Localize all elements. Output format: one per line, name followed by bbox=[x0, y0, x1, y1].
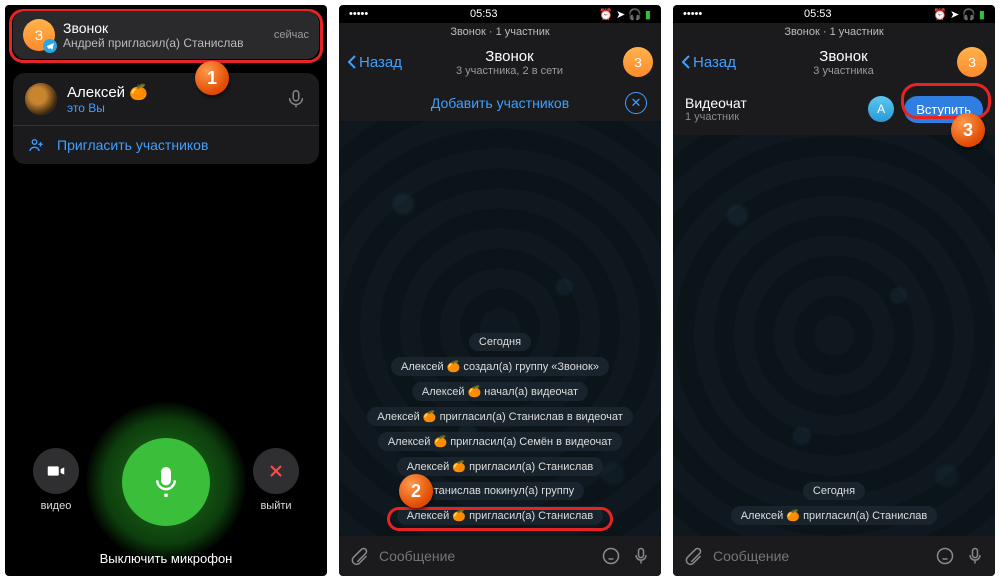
date-chip: Сегодня bbox=[803, 482, 865, 500]
participant-row[interactable]: Алексей 🍊 это Вы bbox=[13, 73, 319, 125]
back-button[interactable]: Назад bbox=[681, 54, 736, 71]
highlight-2 bbox=[387, 507, 613, 531]
notification-banner[interactable]: З Звонок Андрей пригласил(а) Станислав с… bbox=[13, 11, 319, 59]
call-banner[interactable]: Звонок · 1 участник bbox=[339, 23, 661, 41]
message-input[interactable] bbox=[713, 548, 925, 564]
voice-icon[interactable] bbox=[965, 546, 985, 566]
video-button-wrap: видео bbox=[33, 448, 79, 512]
attach-icon[interactable] bbox=[349, 546, 369, 566]
chat-subtitle: 3 участника bbox=[736, 65, 951, 77]
notification-text: Звонок Андрей пригласил(а) Станислав bbox=[63, 20, 266, 50]
participants-panel: Алексей 🍊 это Вы Пригласить участников bbox=[13, 73, 319, 164]
system-message: Алексей 🍊 начал(а) видеочат bbox=[412, 382, 588, 401]
screen-chat-add: ••••• 05:53 ⏰ ➤ 🎧 ▮ Звонок · 1 участник … bbox=[339, 5, 661, 576]
statusbar: ••••• 05:53 ⏰ ➤ 🎧 ▮ bbox=[339, 5, 661, 23]
notification-title: Звонок bbox=[63, 20, 266, 36]
screen-chat-join: ••••• 05:53 ⏰ ➤ 🎧 ▮ Звонок · 1 участник … bbox=[673, 5, 995, 576]
highlight-3 bbox=[901, 83, 991, 119]
system-message: Алексей 🍊 пригласил(а) Станислав в видео… bbox=[367, 407, 633, 426]
notification-subtitle: Андрей пригласил(а) Станислав bbox=[63, 36, 266, 50]
back-label: Назад bbox=[693, 54, 736, 71]
alarm-icon: ⏰ bbox=[599, 8, 613, 21]
system-message: Станислав покинул(а) группу bbox=[416, 482, 584, 500]
screen-voicechat: 1 З Звонок Андрей пригласил(а) Станислав… bbox=[5, 5, 327, 576]
location-icon: ➤ bbox=[950, 8, 959, 21]
navrow: Назад Звонок 3 участника, 2 в сети З bbox=[339, 41, 661, 87]
statusbar: ••••• 05:53 ⏰ ➤ 🎧 ▮ bbox=[673, 5, 995, 23]
dismiss-add-button[interactable]: ✕ bbox=[625, 92, 647, 114]
back-button[interactable]: Назад bbox=[347, 54, 402, 71]
voice-icon[interactable] bbox=[631, 546, 651, 566]
leave-button-wrap: выйти bbox=[253, 448, 299, 512]
mic-status-label: Выключить микрофон bbox=[5, 551, 327, 566]
system-message: Алексей 🍊 пригласил(а) Станислав bbox=[397, 457, 604, 476]
add-participants-label: Добавить участников bbox=[431, 95, 569, 111]
headphones-icon: 🎧 bbox=[962, 8, 976, 21]
message-input[interactable] bbox=[379, 548, 591, 564]
notification-avatar-text: З bbox=[35, 27, 43, 43]
invite-participants-button[interactable]: Пригласить участников bbox=[13, 125, 319, 164]
videochat-title: Видеочат bbox=[685, 95, 858, 111]
notification-time: сейчас bbox=[274, 29, 309, 41]
telegram-badge-icon bbox=[43, 39, 57, 53]
location-icon: ➤ bbox=[616, 8, 625, 21]
avatar bbox=[25, 83, 57, 115]
topbar: Звонок · 1 участник Назад Звонок 3 участ… bbox=[339, 23, 661, 121]
status-time: 05:53 bbox=[804, 8, 832, 20]
attach-icon[interactable] bbox=[683, 546, 703, 566]
carrier-dots: ••••• bbox=[683, 8, 702, 20]
call-banner-text: Звонок · 1 участник bbox=[450, 26, 549, 38]
status-right-icons: ⏰ ➤ 🎧 ▮ bbox=[933, 8, 985, 21]
participant-sub: это Вы bbox=[67, 101, 275, 115]
participant-name: Алексей 🍊 bbox=[67, 83, 275, 101]
chat-area[interactable]: Сегодня Алексей 🍊 создал(а) группу «Звон… bbox=[339, 121, 661, 536]
annotation-badge-1: 1 bbox=[195, 61, 229, 95]
alarm-icon: ⏰ bbox=[933, 8, 947, 21]
chat-subtitle: 3 участника, 2 в сети bbox=[402, 65, 617, 77]
leave-button[interactable] bbox=[253, 448, 299, 494]
status-time: 05:53 bbox=[470, 8, 498, 20]
call-banner[interactable]: Звонок · 1 участник bbox=[673, 23, 995, 41]
chat-title: Звонок bbox=[402, 48, 617, 65]
video-button[interactable] bbox=[33, 448, 79, 494]
carrier-dots: ••••• bbox=[349, 8, 368, 20]
video-label: видео bbox=[33, 500, 79, 512]
notification-avatar: З bbox=[23, 19, 55, 51]
leave-label: выйти bbox=[253, 500, 299, 512]
system-message: Алексей 🍊 пригласил(а) Семён в видеочат bbox=[378, 432, 622, 451]
sticker-icon[interactable] bbox=[601, 546, 621, 566]
message-input-bar bbox=[673, 536, 995, 576]
videochat-sub: 1 участник bbox=[685, 111, 858, 123]
navrow: Назад Звонок 3 участника З bbox=[673, 41, 995, 87]
chat-avatar[interactable]: З bbox=[623, 47, 653, 77]
system-message: Алексей 🍊 пригласил(а) Станислав bbox=[731, 506, 938, 525]
call-controls: видео выйти Выключить микрофон bbox=[5, 402, 327, 576]
chat-title-block[interactable]: Звонок 3 участника bbox=[736, 48, 951, 77]
chat-area[interactable]: Сегодня Алексей 🍊 пригласил(а) Станислав bbox=[673, 135, 995, 536]
chat-title: Звонок bbox=[736, 48, 951, 65]
add-participants-row[interactable]: Добавить участников ✕ bbox=[339, 87, 661, 121]
sticker-icon[interactable] bbox=[935, 546, 955, 566]
annotation-badge-2: 2 bbox=[399, 474, 433, 508]
invite-label: Пригласить участников bbox=[57, 137, 208, 153]
annotation-badge-3: 3 bbox=[951, 113, 985, 147]
back-label: Назад bbox=[359, 54, 402, 71]
battery-icon: ▮ bbox=[645, 8, 651, 21]
participant-avatar: А bbox=[868, 96, 894, 122]
battery-icon: ▮ bbox=[979, 8, 985, 21]
chat-avatar[interactable]: З bbox=[957, 47, 987, 77]
mic-muted-icon[interactable] bbox=[285, 88, 307, 110]
chat-title-block[interactable]: Звонок 3 участника, 2 в сети bbox=[402, 48, 617, 77]
status-right-icons: ⏰ ➤ 🎧 ▮ bbox=[599, 8, 651, 21]
date-chip: Сегодня bbox=[469, 333, 531, 351]
call-banner-text: Звонок · 1 участник bbox=[784, 26, 883, 38]
add-user-icon bbox=[27, 136, 45, 154]
message-input-bar bbox=[339, 536, 661, 576]
system-message: Алексей 🍊 создал(а) группу «Звонок» bbox=[391, 357, 609, 376]
headphones-icon: 🎧 bbox=[628, 8, 642, 21]
